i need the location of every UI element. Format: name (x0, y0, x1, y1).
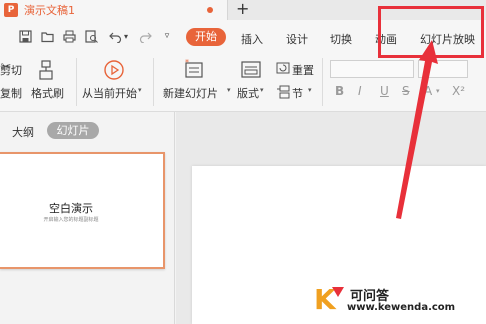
ribbon-toolbar: ✂ 剪切 复制 格式刷 从当前开始 ▾ * 新建幻灯片 ▾ 版式 ▾ 重置 节 … (0, 54, 486, 112)
menu-tab-insert[interactable]: 插入 (241, 31, 263, 47)
section-button[interactable]: 节 (292, 85, 303, 101)
chevron-down-icon: ▾ (308, 86, 312, 94)
customize-dropdown-icon[interactable]: ▿ (160, 30, 174, 43)
menu-tab-transition[interactable]: 切换 (330, 31, 352, 47)
underline-button[interactable]: U (380, 84, 389, 98)
copy-button[interactable]: 复制 (0, 85, 22, 101)
format-painter-button[interactable]: 格式刷 (31, 85, 64, 101)
play-icon (103, 59, 125, 81)
watermark-logo: K (312, 283, 346, 316)
tab-slides[interactable]: 幻灯片 (47, 122, 99, 139)
thumbnail-subtitle: 开启输入您的标题副标题 (43, 217, 99, 223)
chevron-down-icon: ▾ (260, 86, 264, 94)
new-slide-icon: * (183, 58, 205, 80)
slide-thumbnail[interactable]: 空白演示 开启输入您的标题副标题 (0, 152, 165, 269)
highlight-box (378, 6, 484, 58)
undo-icon[interactable] (108, 30, 122, 44)
reset-icon (276, 61, 290, 75)
strikethrough-button[interactable]: S (402, 84, 410, 98)
print-icon[interactable] (62, 30, 76, 43)
section-icon (276, 85, 290, 99)
tab-outline[interactable]: 大纲 (12, 124, 34, 140)
bold-button[interactable]: B (335, 84, 344, 98)
slides-panel: 大纲 幻灯片 空白演示 开启输入您的标题副标题 (0, 112, 175, 324)
presentation-app-icon: P (4, 3, 18, 17)
font-size-select[interactable] (418, 60, 468, 78)
menu-tab-design[interactable]: 设计 (286, 31, 308, 47)
redo-icon[interactable] (138, 30, 152, 44)
unsaved-dot-icon (207, 7, 213, 13)
format-painter-icon (36, 59, 56, 81)
italic-button[interactable]: I (358, 84, 362, 98)
document-title: 演示文稿1 (24, 4, 75, 17)
ribbon-separator (322, 58, 323, 106)
svg-text:*: * (185, 58, 189, 67)
watermark-url: www.kewenda.com (347, 302, 456, 313)
font-color-button[interactable]: A (424, 84, 432, 98)
cut-button[interactable]: 剪切 (0, 62, 22, 78)
new-slide-button[interactable]: 新建幻灯片 (163, 85, 218, 101)
play-from-current-button[interactable]: 从当前开始 (82, 85, 137, 101)
layout-icon (240, 59, 262, 81)
reset-button[interactable]: 重置 (292, 62, 314, 78)
superscript-button[interactable]: X² (452, 84, 465, 98)
document-tab[interactable]: P 演示文稿1 (0, 0, 228, 20)
undo-dropdown-icon[interactable]: ▾ (122, 30, 130, 43)
chevron-down-icon: ▾ (227, 86, 231, 94)
thumbnail-title: 空白演示 (49, 202, 93, 215)
chevron-down-icon: ▾ (138, 86, 142, 94)
ribbon-separator (153, 58, 154, 106)
chevron-down-icon: ▾ (436, 87, 440, 95)
save-icon[interactable] (18, 30, 32, 43)
new-tab-button[interactable]: + (236, 0, 249, 18)
menu-tab-home[interactable]: 开始 (186, 28, 226, 46)
ribbon-separator (76, 58, 77, 106)
font-family-select[interactable] (330, 60, 414, 78)
print-preview-icon[interactable] (84, 30, 98, 43)
layout-button[interactable]: 版式 (237, 85, 259, 101)
open-folder-icon[interactable] (40, 30, 54, 43)
